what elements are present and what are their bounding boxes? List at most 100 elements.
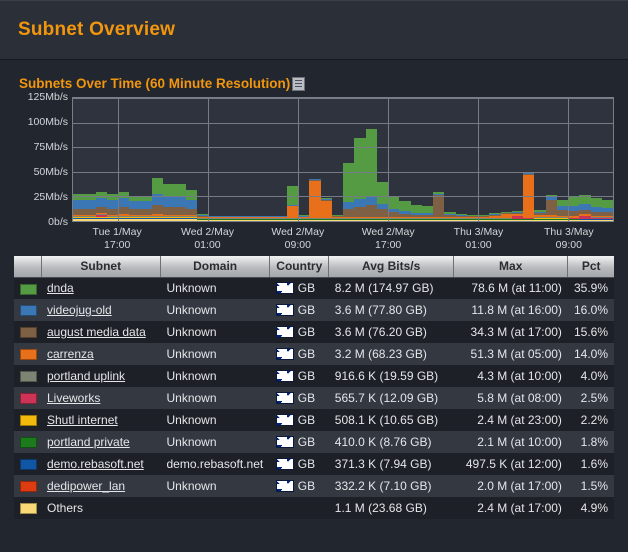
table-row[interactable]: carrenzaUnknownGB3.2 M (68.23 GB)51.3 M … bbox=[14, 343, 614, 365]
uk-flag-icon bbox=[276, 436, 294, 448]
chart-bar-segment bbox=[534, 220, 545, 221]
subnet-link[interactable]: carrenza bbox=[47, 347, 94, 361]
table-row[interactable]: dedipower_lanUnknownGB332.2 K (7.10 GB)2… bbox=[14, 475, 614, 497]
chart-bar-segment bbox=[118, 219, 129, 221]
uk-flag-icon bbox=[276, 392, 294, 404]
chart-bar-segment bbox=[186, 219, 197, 221]
chart-bar bbox=[489, 98, 500, 221]
subnet-link[interactable]: Liveworks bbox=[47, 391, 100, 405]
chart-bar-segment bbox=[422, 206, 433, 213]
chart-x-tick-day: Wed 2/May bbox=[253, 226, 343, 239]
table-row[interactable]: videojug-oldUnknownGB3.6 M (77.80 GB)11.… bbox=[14, 299, 614, 321]
chart-bar-segment bbox=[321, 201, 332, 219]
table-column-header[interactable] bbox=[14, 256, 41, 277]
subnet-cell[interactable]: Shutl internet bbox=[41, 409, 160, 431]
table-body: dndaUnknownGB8.2 M (174.97 GB)78.6 M (at… bbox=[14, 277, 614, 519]
table-row[interactable]: demo.rebasoft.netdemo.rebasoft.netGB371.… bbox=[14, 453, 614, 475]
chart-bar-segment bbox=[197, 220, 208, 221]
series-color-swatch bbox=[20, 349, 37, 360]
country-cell: GB bbox=[270, 365, 329, 387]
subnets-over-time-panel: Subnets Over Time (60 Minute Resolution)… bbox=[0, 60, 628, 252]
report-list-icon[interactable] bbox=[292, 77, 305, 91]
chart-x-tick-time: 09:00 bbox=[524, 239, 614, 252]
series-color-swatch bbox=[20, 481, 37, 492]
table-row[interactable]: portland privateUnknownGB410.0 K (8.76 G… bbox=[14, 431, 614, 453]
max-cell: 51.3 M (at 05:00) bbox=[454, 343, 568, 365]
table-row[interactable]: Shutl internetUnknownGB508.1 K (10.65 GB… bbox=[14, 409, 614, 431]
chart-bar-segment bbox=[354, 207, 365, 217]
chart-bar-segment bbox=[568, 220, 579, 221]
table-row[interactable]: Others1.1 M (23.68 GB)2.4 M (at 17:00)4.… bbox=[14, 497, 614, 519]
chart-x-tick-day: Thu 3/May bbox=[433, 226, 523, 239]
subnet-link[interactable]: dnda bbox=[47, 281, 74, 295]
max-cell: 34.3 M (at 17:00) bbox=[454, 321, 568, 343]
table-column-header[interactable]: Avg Bits/s bbox=[329, 256, 454, 277]
pct-cell: 2.2% bbox=[568, 409, 614, 431]
subnet-link[interactable]: demo.rebasoft.net bbox=[47, 457, 144, 471]
subnet-cell[interactable]: carrenza bbox=[41, 343, 160, 365]
pct-cell: 2.5% bbox=[568, 387, 614, 409]
table-row[interactable]: august media dataUnknownGB3.6 M (76.20 G… bbox=[14, 321, 614, 343]
table-column-header[interactable]: Subnet bbox=[41, 256, 160, 277]
subnet-cell[interactable]: videojug-old bbox=[41, 299, 160, 321]
chart-bar-segment bbox=[422, 220, 433, 221]
table-row[interactable]: dndaUnknownGB8.2 M (174.97 GB)78.6 M (at… bbox=[14, 277, 614, 299]
subnet-link[interactable]: videojug-old bbox=[47, 303, 112, 317]
table-column-header[interactable]: Max bbox=[454, 256, 568, 277]
chart-bar bbox=[174, 98, 185, 221]
chart-bar-segment bbox=[163, 207, 174, 215]
chart-gridline-vertical bbox=[568, 98, 569, 221]
subnet-cell[interactable]: demo.rebasoft.net bbox=[41, 453, 160, 475]
country-cell: GB bbox=[270, 431, 329, 453]
panel-title: Subnets Over Time (60 Minute Resolution) bbox=[19, 76, 290, 91]
chart-bar bbox=[231, 98, 242, 221]
subnet-link[interactable]: Shutl internet bbox=[47, 413, 118, 427]
country-code: GB bbox=[298, 369, 315, 383]
max-cell: 2.1 M (at 10:00) bbox=[454, 431, 568, 453]
chart-bar-segment bbox=[219, 220, 230, 221]
chart-bar bbox=[557, 98, 568, 221]
subnets-table-wrap: SubnetDomainCountryAvg Bits/sMaxPct dnda… bbox=[0, 252, 628, 529]
chart-bar-segment bbox=[96, 198, 107, 207]
subnet-cell[interactable]: dnda bbox=[41, 277, 160, 299]
chart-y-tick: 0b/s bbox=[48, 216, 68, 228]
subnet-link[interactable]: august media data bbox=[47, 325, 146, 339]
country-cell: GB bbox=[270, 453, 329, 475]
chart-gridline-horizontal bbox=[73, 123, 613, 124]
subnet-cell[interactable]: august media data bbox=[41, 321, 160, 343]
subnet-link[interactable]: dedipower_lan bbox=[47, 479, 125, 493]
subnets-table: SubnetDomainCountryAvg Bits/sMaxPct dnda… bbox=[14, 256, 614, 519]
chart-bar bbox=[523, 98, 534, 221]
chart-bar bbox=[287, 98, 298, 221]
chart-bar bbox=[141, 98, 152, 221]
subnet-link[interactable]: portland uplink bbox=[47, 369, 125, 383]
subnet-cell[interactable]: portland uplink bbox=[41, 365, 160, 387]
series-color-swatch bbox=[20, 393, 37, 404]
chart-bar-segment bbox=[298, 220, 309, 221]
chart-bar-segment bbox=[174, 184, 185, 196]
table-column-header[interactable]: Domain bbox=[160, 256, 269, 277]
table-column-header[interactable]: Country bbox=[270, 256, 329, 277]
chart-gridline-horizontal bbox=[73, 196, 613, 197]
series-color-cell bbox=[14, 453, 41, 475]
subnet-cell[interactable]: dedipower_lan bbox=[41, 475, 160, 497]
chart-bar-segment bbox=[399, 220, 410, 221]
avg-bits-cell: 8.2 M (174.97 GB) bbox=[329, 277, 454, 299]
chart-x-tick: Wed 2/May09:00 bbox=[253, 226, 343, 252]
chart-bar-segment bbox=[276, 220, 287, 221]
country-cell: GB bbox=[270, 387, 329, 409]
chart-bar-segment bbox=[388, 197, 399, 209]
chart-x-tick-day: Wed 2/May bbox=[162, 226, 252, 239]
chart-bar-segment bbox=[163, 184, 174, 196]
subnet-cell[interactable]: Liveworks bbox=[41, 387, 160, 409]
table-row[interactable]: portland uplinkUnknownGB916.6 K (19.59 G… bbox=[14, 365, 614, 387]
subnet-link[interactable]: portland private bbox=[47, 435, 130, 449]
country-code: GB bbox=[298, 391, 315, 405]
table-row[interactable]: LiveworksUnknownGB565.7 K (12.09 GB)5.8 … bbox=[14, 387, 614, 409]
table-column-header[interactable]: Pct bbox=[568, 256, 614, 277]
chart-bar bbox=[388, 98, 399, 221]
chart-gridline-vertical bbox=[388, 98, 389, 221]
max-cell: 4.3 M (at 10:00) bbox=[454, 365, 568, 387]
chart-gridline-vertical bbox=[298, 98, 299, 221]
subnet-cell[interactable]: portland private bbox=[41, 431, 160, 453]
